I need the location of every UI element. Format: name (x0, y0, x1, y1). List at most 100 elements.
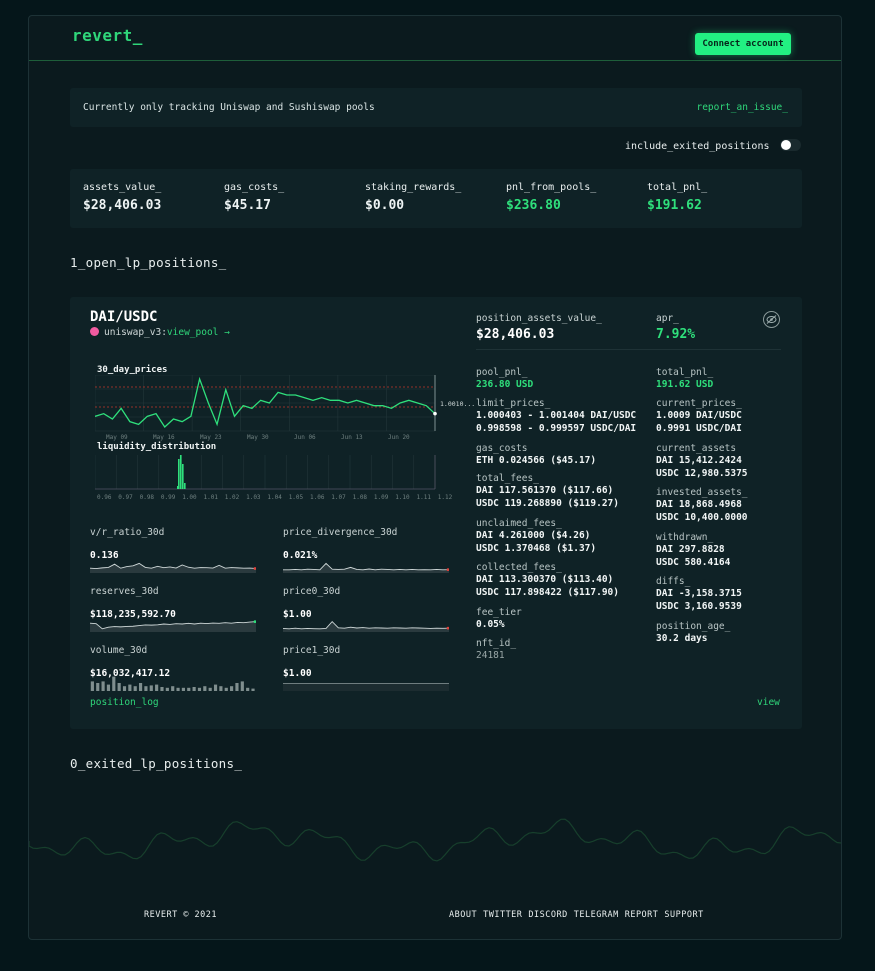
info-total-fees: total_fees_ DAI 117.561370 ($117.66) USDC … (476, 473, 619, 510)
info-label: nft_id_ (476, 638, 517, 649)
sparkline (283, 620, 449, 630)
view-pool-link[interactable]: view_pool → (167, 327, 230, 338)
info-label: current_prices_ (656, 398, 742, 409)
apr-value: 7.92% (656, 327, 696, 342)
mini-chart-2: reserves_30d $118,235,592.70 (90, 586, 256, 632)
stat-value: $45.17 (224, 198, 271, 213)
info-value: 1.0009 DAI/USDC (656, 410, 742, 421)
info-value: USDC 12,980.5375 (656, 468, 748, 479)
volume-bar (144, 686, 148, 691)
sparkline-area (283, 563, 449, 573)
apr: apr_ 7.92% (656, 313, 695, 342)
volume-bar (106, 684, 111, 691)
stat-1: gas_costs_ $45.17 (224, 182, 284, 213)
liquidity-x-tick: 0.96 (97, 494, 112, 501)
mini-chart-5: price1_30d $1.00 (283, 645, 449, 691)
liquidity-x-tick: 1.11 (416, 494, 431, 501)
volume-bar (101, 681, 105, 691)
volume-bar (197, 687, 202, 691)
include-exited-toggle[interactable] (780, 139, 801, 151)
info-label: gas_costs (476, 443, 528, 454)
apr-label: apr_ (656, 313, 679, 324)
volume-bar (240, 681, 244, 691)
mini-chart-label: price1_30d (283, 645, 341, 656)
volume-bar (171, 686, 175, 691)
volume-bar (230, 686, 234, 691)
liquidity-bar (182, 464, 184, 489)
prices-chart-title: 30_day_prices (97, 365, 168, 375)
footer-link-discord[interactable]: DISCORD (528, 910, 567, 920)
volume-bar (128, 684, 132, 691)
info-value: 236.80 USD (476, 379, 534, 390)
info-label: position_age_ (656, 621, 731, 632)
report-issue-link[interactable]: report_an_issue_ (696, 102, 788, 113)
volume-bar (138, 683, 143, 691)
liquidity-x-tick: 1.09 (373, 494, 389, 501)
price-x-tick: May 16 (153, 434, 175, 441)
pool-prefix: uniswap_v3: (104, 327, 167, 338)
stat-value: $28,406.03 (83, 198, 162, 213)
volume-bar (122, 686, 127, 691)
info-value: USDC 3,160.9539 (656, 601, 742, 612)
footer-link-support[interactable]: SUPPORT (664, 910, 703, 920)
mini-chart-label: price_divergence_30d (283, 527, 398, 538)
mini-chart-0: v/r_ratio_30d 0.136 (90, 527, 256, 573)
info-current-prices: current_prices_ 1.0009 DAI/USDC 0.9991 USD… (656, 398, 742, 435)
stat-2: staking_rewards_ $0.00 (365, 182, 461, 213)
info-value: USDC 119.268890 ($119.27) (476, 498, 619, 509)
stats-panel: assets_value_ $28,406.03 gas_costs_ $45.17 s… (70, 169, 802, 228)
info-label: diffs_ (656, 576, 691, 587)
info-unclaimed-fees: unclaimed_fees_ DAI 4.261000 ($4.26) USDC … (476, 518, 596, 555)
logo[interactable]: revert_ (72, 26, 143, 45)
stat-label: gas_costs_ (224, 182, 285, 193)
volume-bar (251, 688, 255, 691)
info-fee-tier: fee_tier 0.05% (476, 607, 522, 631)
liquidity-x-tick: 1.08 (352, 494, 368, 501)
volume-bar (149, 685, 153, 691)
volume-bar (133, 686, 137, 691)
info-value: USDC 580.4164 (656, 557, 731, 568)
footer-link-about[interactable]: ABOUT (449, 910, 477, 920)
connect-account-button[interactable]: Connect account (695, 33, 791, 55)
volume-bar (176, 687, 180, 691)
info-value: DAI 117.561370 ($117.66) (476, 485, 614, 496)
info-pool-pnl: pool_pnl_ 236.80 USD (476, 367, 533, 391)
footer-link-twitter[interactable]: TWITTER (483, 910, 522, 920)
volume-bar (187, 687, 191, 691)
info-limit-prices: limit_prices_ 1.000403 - 1.001404 DAI/USD… (476, 398, 636, 435)
mini-chart-sparkline (283, 683, 449, 691)
mini-chart-sparkline (90, 562, 256, 573)
mini-chart-label: reserves_30d (90, 586, 159, 597)
footer-link-report[interactable]: REPORT (625, 910, 659, 920)
volume-bar (181, 687, 185, 691)
exited-positions-heading: 0_exited_lp_positions_ (70, 756, 243, 771)
liquidity-bar (178, 459, 180, 489)
view-link[interactable]: view (757, 697, 780, 708)
open-positions-heading: 1_open_lp_positions_ (70, 255, 227, 270)
mini-chart-label: volume_30d (90, 645, 148, 656)
info-total-pnl: total_pnl_ 191.62 USD (656, 367, 713, 391)
liquidity-x-tick: 1.12 (437, 494, 453, 501)
eye-off-icon[interactable] (763, 311, 780, 328)
mini-chart-4: volume_30d $16,032,417.12 (90, 645, 255, 691)
info-label: pool_pnl_ (476, 367, 528, 378)
position-card: DAI/USDC uniswap_v3:view_pool → position… (70, 297, 802, 729)
volume-bar (90, 681, 94, 691)
info-gas-costs: gas_costs ETH 0.024566 ($45.17) (476, 443, 596, 467)
volume-bar (213, 684, 218, 691)
liquidity-x-tick: 1.07 (331, 494, 346, 501)
prices-current-label: 1.0010... (440, 400, 476, 408)
liquidity-chart-title: liquidity_distribution (97, 442, 217, 452)
position-log-link[interactable]: position_log (90, 697, 159, 708)
position-pair: DAI/USDC (90, 309, 158, 325)
volume-bar (246, 687, 250, 691)
pool-line: uniswap_v3:view_pool → (90, 327, 230, 338)
price-current-point (433, 411, 437, 416)
info-value: DAI 18,868.4968 (656, 499, 742, 510)
position-assets-value-amount: $28,406.03 (476, 327, 555, 342)
price-x-tick: Jun 06 (294, 434, 316, 441)
footer-link-telegram[interactable]: TELEGRAM (574, 910, 619, 920)
footer-links: ABOUT TWITTER DISCORD TELEGRAM REPORT SUPPORT (449, 910, 710, 920)
info-label: collected_fees_ (476, 562, 562, 573)
info-value: ETH 0.024566 ($45.17) (476, 455, 597, 466)
